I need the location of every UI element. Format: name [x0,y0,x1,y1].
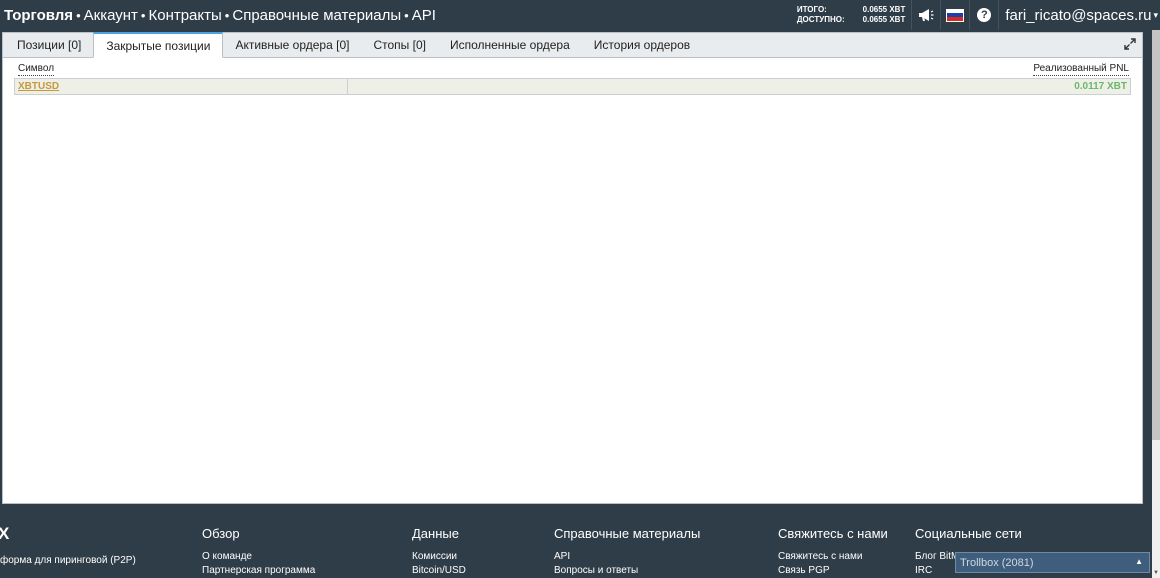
footer-link[interactable]: Bitcoin/USD [412,564,466,578]
footer-brand-text: форма для пиринговой (P2P) [0,555,136,566]
nav-separator: • [140,7,146,23]
footer-column-title: Социальные сети [915,526,1022,541]
top-right-controls: ИТОГО: 0.0655 XBT ДОСТУПНО: 0.0655 XBT ? [797,0,1160,30]
footer-column-title: Обзор [202,526,240,541]
scrollbar-thumb[interactable] [1152,30,1160,440]
user-menu[interactable]: fari_ricato@spaces.ru ▾ [999,7,1160,24]
realized-pnl-value: 0.0117 XBT [1074,81,1127,92]
help-button[interactable]: ? [970,0,998,30]
panel-tabs: Позиции [0] Закрытые позиции Активные ор… [3,32,1142,58]
nav-separator: • [404,7,409,23]
footer-link[interactable]: Вопросы и ответы [554,564,700,578]
top-navigation-bar: Торговля • Аккаунт • Контракты • Справоч… [0,0,1160,30]
available-label: ДОСТУПНО: [796,15,845,24]
nav-reference[interactable]: Справочные материалы [232,7,401,24]
footer-link[interactable]: Комиссии [412,550,466,564]
nav-api[interactable]: API [412,7,436,24]
footer-column-contact: Свяжитесь с нами Свяжитесь с нами Связь … [778,526,888,578]
symbol-link[interactable]: XBTUSD [18,81,59,92]
help-icon: ? [977,8,992,22]
nav-separator: • [224,7,230,23]
total-value: 0.0655 XBT [862,5,906,14]
trollbox-toggle[interactable]: Trollbox (2081) ▲ [955,552,1150,573]
scroll-down-arrow-icon[interactable]: ▼ [1152,568,1160,578]
footer-logo-fragment: X [0,524,10,543]
footer-link[interactable]: Связь PGP [778,564,888,578]
nav-separator: • [76,7,81,23]
symbol-cell: XBTUSD [15,79,348,94]
trollbox-label: Trollbox (2081) [960,556,1034,569]
column-header-realized-pnl[interactable]: Реализованный PNL [1033,63,1129,76]
footer-link[interactable]: Свяжитесь с нами [778,550,888,564]
footer-column-data: Данные Комиссии Bitcoin/USD [412,526,466,578]
available-value: 0.0655 XBT [862,15,906,24]
total-label: ИТОГО: [796,5,827,14]
footer-column-overview: Обзор О команде Партнерская программа [202,526,315,578]
footer-column-title: Свяжитесь с нами [778,526,888,541]
column-header-symbol[interactable]: Символ [18,63,55,76]
expand-icon[interactable] [1124,38,1136,50]
user-email: fari_ricato@spaces.ru [1005,6,1152,24]
nav-trading[interactable]: Торговля [4,7,73,24]
positions-panel: Позиции [0] Закрытые позиции Активные ор… [2,32,1143,504]
chevron-up-icon: ▲ [1135,557,1143,566]
footer-column-title: Данные [412,526,459,541]
tab-closed-positions[interactable]: Закрытые позиции [93,32,224,58]
announcements-button[interactable] [912,0,940,30]
table-header: Символ Реализованный PNL [14,63,1131,79]
megaphone-icon [919,9,934,21]
balance-summary[interactable]: ИТОГО: 0.0655 XBT ДОСТУПНО: 0.0655 XBT [797,5,905,25]
main-nav: Торговля • Аккаунт • Контракты • Справоч… [0,7,436,24]
chevron-down-icon: ▾ [1153,9,1158,20]
footer-link[interactable]: API [554,550,700,564]
table-row: XBTUSD 0.0117 XBT [14,79,1131,95]
nav-account[interactable]: Аккаунт [84,7,138,24]
tab-filled-orders[interactable]: Исполненные ордера [438,33,582,57]
tab-order-history[interactable]: История ордеров [582,33,702,57]
language-selector[interactable] [941,0,969,30]
footer-link[interactable]: О команде [202,550,315,564]
tab-positions[interactable]: Позиции [0] [5,33,93,57]
tab-stops[interactable]: Стопы [0] [361,33,438,57]
closed-positions-table: Символ Реализованный PNL XBTUSD 0.0117 X… [14,63,1131,95]
footer-link[interactable]: Партнерская программа [202,564,315,578]
nav-contracts[interactable]: Контракты [148,7,221,24]
footer-column-title: Справочные материалы [554,526,701,541]
footer-column-reference: Справочные материалы API Вопросы и ответ… [554,526,700,578]
tab-active-orders[interactable]: Активные ордера [0] [223,33,361,57]
page-scrollbar[interactable]: ▼ [1152,30,1160,578]
russian-flag-icon [946,8,965,22]
